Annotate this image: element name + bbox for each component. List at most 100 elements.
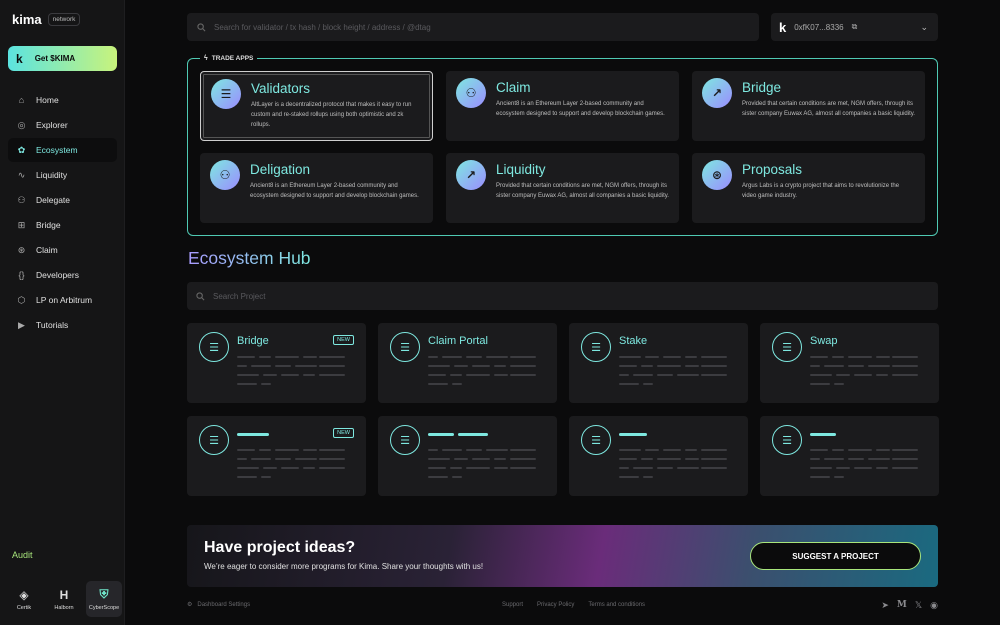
project-card[interactable]: ☰ Swap	[760, 323, 939, 403]
text-placeholder-line	[868, 458, 890, 460]
global-search-input[interactable]: Search for validator / tx hash / block h…	[214, 23, 431, 32]
text-placeholder-line	[428, 374, 446, 376]
global-search[interactable]: Search for validator / tx hash / block h…	[187, 13, 759, 41]
text-placeholder-line	[645, 356, 659, 358]
support-link[interactable]: Support	[502, 602, 523, 608]
text-placeholder-line	[657, 467, 673, 469]
sidebar-item-explorer[interactable]: ◎ Explorer	[8, 113, 117, 137]
trade-card-validators[interactable]: ☰ Validators AltLayer is a decentralized p…	[200, 71, 433, 141]
text-placeholder-line	[251, 458, 271, 460]
telegram-icon[interactable]: ➤	[881, 600, 889, 611]
text-placeholder-line	[848, 365, 864, 367]
text-placeholder-line	[663, 449, 681, 451]
x-icon[interactable]: 𝕏	[915, 600, 922, 611]
terms-link[interactable]: Terms and conditions	[588, 602, 645, 608]
get-kima-button[interactable]: k Get $KIMA	[8, 46, 117, 71]
text-placeholder-line	[892, 356, 918, 358]
text-placeholder-line	[836, 374, 850, 376]
audit-heading: Audit	[12, 550, 33, 560]
text-placeholder-line	[261, 383, 271, 385]
sidebar-item-liquidity[interactable]: ∿ Liquidity	[8, 163, 117, 187]
text-placeholder-line	[641, 365, 653, 367]
project-card[interactable]: ☰ NEW	[187, 416, 366, 496]
text-placeholder-line	[237, 356, 255, 358]
sidebar-item-developers[interactable]: {} Developers	[8, 263, 117, 287]
text-placeholder-line	[510, 374, 536, 376]
text-placeholder-line	[510, 458, 536, 460]
text-placeholder-line	[472, 458, 490, 460]
text-placeholder-line	[442, 449, 462, 451]
halborn-icon: H	[59, 587, 69, 602]
medium-icon[interactable]: M	[897, 600, 907, 611]
text-placeholder-line	[428, 383, 448, 385]
database-icon: ☰	[581, 332, 611, 362]
play-icon: ▶	[18, 319, 25, 330]
text-placeholder-line	[810, 356, 828, 358]
audit-cyberscope-button[interactable]: ⛨ CyberScope	[86, 581, 122, 617]
project-card[interactable]: ☰ Bridge NEW	[187, 323, 366, 403]
suggest-project-button[interactable]: SUGGEST A PROJECT	[750, 542, 921, 570]
sidebar-item-delegate[interactable]: ⚇ Delegate	[8, 188, 117, 212]
database-icon: ☰	[199, 425, 229, 455]
dashboard-settings-link[interactable]: ⚙ Dashboard Settings	[187, 601, 250, 609]
chevron-down-icon[interactable]: ⌄	[920, 22, 928, 33]
privacy-policy-link[interactable]: Privacy Policy	[537, 602, 574, 608]
wallet-selector[interactable]: k 0xfK07...8336 ⧉ ⌄	[771, 13, 938, 41]
audit-label: Halborn	[54, 604, 74, 611]
sidebar-item-label: Claim	[36, 245, 58, 255]
text-placeholder-line	[319, 449, 345, 451]
project-card[interactable]: ☰	[378, 416, 557, 496]
text-placeholder-line	[466, 449, 482, 451]
wallet-address: 0xfK07...8336	[794, 22, 844, 32]
claim-icon: ⚇	[456, 78, 486, 108]
text-placeholder-line	[810, 476, 830, 478]
brand-logo[interactable]: kima network	[12, 12, 81, 27]
text-placeholder-line	[876, 374, 888, 376]
trade-card-bridge[interactable]: ↗ Bridge Provided that certain conditions …	[692, 71, 925, 141]
sidebar-item-home[interactable]: ⌂ Home	[8, 88, 117, 112]
text-placeholder-line	[657, 374, 673, 376]
project-card[interactable]: ☰ Claim Portal	[378, 323, 557, 403]
gear-icon: ⚙	[187, 602, 193, 608]
sidebar-item-claim[interactable]: ⊛ Claim	[8, 238, 117, 262]
sidebar-item-bridge[interactable]: ⊞ Bridge	[8, 213, 117, 237]
audit-halborn-button[interactable]: H Halborn	[46, 581, 82, 617]
sidebar-item-ecosystem[interactable]: ✿ Ecosystem	[8, 138, 117, 162]
wallet-logo-icon: k	[779, 19, 787, 35]
text-placeholder-line	[619, 476, 639, 478]
project-search[interactable]: Search Project	[187, 282, 938, 310]
project-title: Bridge	[237, 335, 269, 347]
proposals-icon: ⊛	[702, 160, 732, 190]
trade-card-deligation[interactable]: ⚇ Deligation Ancient8 is an Ethereum Layer…	[200, 153, 433, 223]
text-placeholder-line	[834, 383, 844, 385]
text-placeholder-line	[701, 449, 727, 451]
text-placeholder-line	[892, 449, 918, 451]
github-icon[interactable]: ◉	[930, 600, 938, 611]
text-placeholder-line	[824, 458, 844, 460]
trade-card-liquidity[interactable]: ↗ Liquidity Provided that certain conditio…	[446, 153, 679, 223]
sidebar-item-tutorials[interactable]: ▶ Tutorials	[8, 313, 117, 337]
text-placeholder-line	[450, 374, 462, 376]
audit-certik-button[interactable]: ◈ Certik	[6, 581, 42, 617]
text-placeholder-line	[810, 383, 830, 385]
project-card[interactable]: ☰	[569, 416, 748, 496]
sidebar-nav: ⌂ Home ◎ Explorer ✿ Ecosystem ∿ Liquidity ⚇ Deleg…	[8, 88, 117, 338]
text-placeholder-line	[259, 356, 271, 358]
project-search-input[interactable]: Search Project	[213, 292, 265, 301]
text-placeholder-line	[701, 365, 727, 367]
project-card[interactable]: ☰ Stake	[569, 323, 748, 403]
project-card[interactable]: ☰	[760, 416, 939, 496]
text-placeholder-line	[237, 476, 257, 478]
certik-icon: ◈	[19, 587, 29, 602]
database-icon: ☰	[390, 425, 420, 455]
text-placeholder-line	[450, 467, 462, 469]
kima-logo-icon: k	[16, 51, 23, 66]
trade-card-proposals[interactable]: ⊛ Proposals Argus Labs is a crypto project…	[692, 153, 925, 223]
trade-card-claim[interactable]: ⚇ Claim Ancient8 is an Ethereum Layer 2-ba…	[446, 71, 679, 141]
trade-card-description: Ancient8 is an Ethereum Layer 2-based co…	[250, 183, 419, 199]
text-placeholder-line	[619, 374, 629, 376]
project-title-placeholder	[237, 433, 269, 436]
copy-icon[interactable]: ⧉	[852, 22, 858, 32]
text-placeholder-line	[275, 356, 299, 358]
sidebar-item-lp-on-arbitrum[interactable]: ⬡ LP on Arbitrum	[8, 288, 117, 312]
